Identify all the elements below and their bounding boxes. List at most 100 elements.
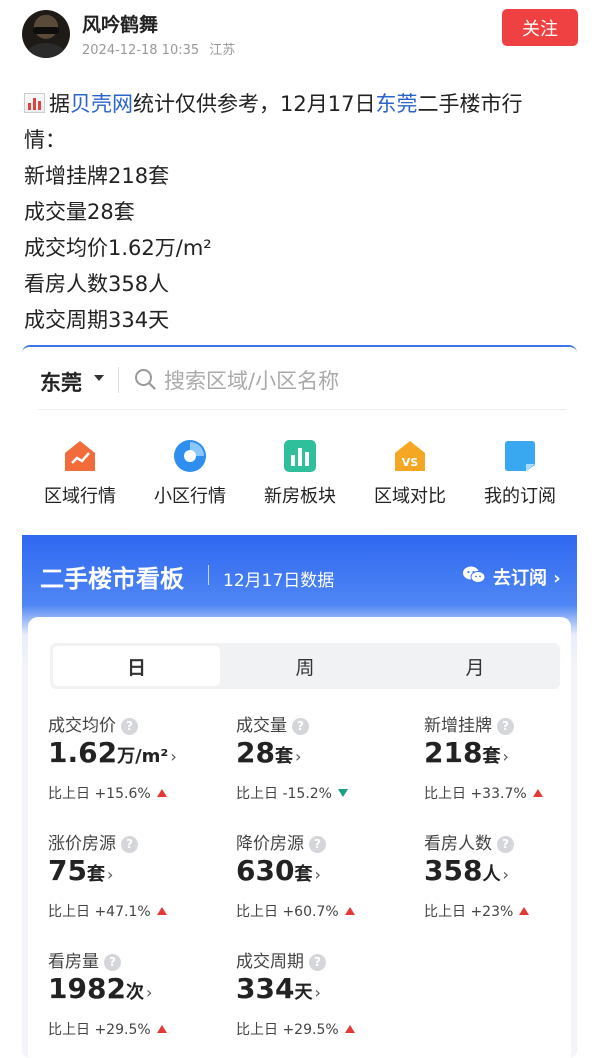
metric-number: 1982 [48,972,126,1005]
new-house-bar-icon [284,440,316,472]
post-line-4: 成交量28套 [24,200,135,224]
nav-item-community-trend[interactable]: 小区行情 [140,435,240,515]
link-dongguan[interactable]: 东莞 [375,92,417,116]
metric-change: 比上日 -15.2% [236,783,348,803]
metric-card[interactable]: 新增挂牌? 218套 › 比上日 +33.7% [424,711,577,821]
metric-value: 218套 › [424,736,509,769]
tab-day[interactable]: 日 [53,646,220,686]
trend-up-icon [344,907,355,915]
metric-change: 比上日 +60.7% [236,901,355,921]
metric-card[interactable]: 成交均价? 1.62万/m² › 比上日 +15.6% [48,711,228,821]
metric-card[interactable]: 成交量? 28套 › 比上日 -15.2% [236,711,416,821]
nav-item-area-trend[interactable]: 区域行情 [30,435,130,515]
metric-change: 比上日 +47.1% [48,901,167,921]
metric-number: 28 [236,736,275,769]
nav-item-my-subscription[interactable]: 我的订阅 [470,435,570,515]
bar-chart-icon [24,93,45,113]
metric-unit: 万/m² [117,746,169,767]
area-trend-icon [65,441,95,471]
metric-unit: 天 [294,982,313,1003]
metric-change: 比上日 +15.6% [48,783,167,803]
help-icon[interactable]: ? [497,718,514,735]
post-text: 据 [49,92,70,116]
help-icon[interactable]: ? [104,954,121,971]
chevron-right-icon: › [106,865,114,884]
search-input[interactable]: 搜索区域/小区名称 [164,365,339,395]
help-icon[interactable]: ? [292,718,309,735]
metric-change-text: 比上日 +29.5% [48,1022,151,1038]
metric-value: 334天 › [236,972,321,1005]
metric-unit: 套 [274,746,293,767]
metric-label-text: 成交量 [236,716,287,736]
chevron-right-icon: › [294,747,302,766]
board-date: 12月17日数据 [223,571,335,591]
metric-label: 成交周期? [236,947,326,972]
metric-change: 比上日 +23% [424,901,530,921]
tab-week[interactable]: 周 [220,643,390,689]
metric-number: 630 [236,854,295,887]
metric-label-text: 看房人数 [424,834,492,854]
trend-up-icon [532,789,543,797]
post-datetime: 2024-12-18 10:35 [82,43,200,58]
divider [208,565,209,585]
metric-label-text: 成交均价 [48,716,116,736]
metric-label-text: 降价房源 [236,834,304,854]
help-icon[interactable]: ? [497,836,514,853]
trend-up-icon [156,907,167,915]
post-header: 风吟鹤舞 2024-12-18 10:35 江苏 关注 [0,0,600,70]
wechat-icon [463,566,485,583]
metric-change-text: 比上日 -15.2% [236,786,332,802]
metric-value: 75套 › [48,854,113,887]
tab-month[interactable]: 月 [390,643,560,689]
metric-card[interactable]: 看房量? 1982次 › 比上日 +29.5% [48,947,228,1057]
trend-down-icon [337,789,348,797]
quick-nav: 区域行情 小区行情 新房板块 VS 区域对比 我的订阅 [22,435,577,515]
board-title: 二手楼市看板 [40,565,184,593]
app-screenshot-image[interactable]: 东莞 搜索区域/小区名称 区域行情 小区行情 新房板块 VS 区域对比 我的订阅… [22,345,577,1058]
metric-card[interactable]: 降价房源? 630套 › 比上日 +60.7% [236,829,416,939]
metric-change: 比上日 +29.5% [48,1019,167,1039]
metric-number: 334 [236,972,295,1005]
metric-change-text: 比上日 +47.1% [48,904,151,920]
divider [118,367,119,393]
nav-item-area-compare[interactable]: VS 区域对比 [360,435,460,515]
link-beike[interactable]: 贝壳网 [70,92,133,116]
metric-card[interactable]: 看房人数? 358人 › 比上日 +23% [424,829,577,939]
metric-value: 358人 › [424,854,509,887]
help-icon[interactable]: ? [121,718,138,735]
nav-label: 区域对比 [374,486,446,507]
metric-card[interactable]: 成交周期? 334天 › 比上日 +29.5% [236,947,416,1057]
metric-card[interactable]: 涨价房源? 75套 › 比上日 +47.1% [48,829,228,939]
metric-label: 降价房源? [236,829,326,854]
trend-up-icon [519,907,530,915]
trend-up-icon [156,1025,167,1033]
chevron-right-icon: › [145,983,153,1002]
chevron-right-icon: › [314,983,321,1002]
username[interactable]: 风吟鹤舞 [82,10,158,37]
chevron-down-icon [94,375,104,381]
nav-label: 区域行情 [44,486,116,507]
city-selector[interactable]: 东莞 [40,367,82,397]
metric-number: 75 [48,854,87,887]
nav-item-new-house[interactable]: 新房板块 [250,435,350,515]
vs-compare-icon: VS [395,441,425,471]
search-icon [135,369,156,390]
post-body: 据贝壳网统计仅供参考，12月17日东莞二手楼市行 情： 新增挂牌218套 成交量… [24,86,584,338]
help-icon[interactable]: ? [121,836,138,853]
avatar[interactable] [22,10,70,58]
metric-label-text: 成交周期 [236,952,304,972]
metric-label-text: 新增挂牌 [424,716,492,736]
metric-number: 358 [424,854,483,887]
chevron-right-icon: › [170,747,177,766]
metrics-panel: 日 周 月 成交均价? 1.62万/m² › 比上日 +15.6% 成交量? 28套 › 比上… [28,617,571,1058]
trend-up-icon [344,1025,355,1033]
help-icon[interactable]: ? [309,836,326,853]
post-line-1: 据贝壳网统计仅供参考，12月17日东莞二手楼市行 [24,86,584,122]
metric-label: 涨价房源? [48,829,138,854]
subscription-icon [505,441,535,471]
metric-unit: 套 [294,864,313,885]
help-icon[interactable]: ? [309,954,326,971]
metric-number: 1.62 [48,736,118,769]
post-text: 二手楼市行 [417,92,523,116]
follow-button[interactable]: 关注 [502,9,578,46]
